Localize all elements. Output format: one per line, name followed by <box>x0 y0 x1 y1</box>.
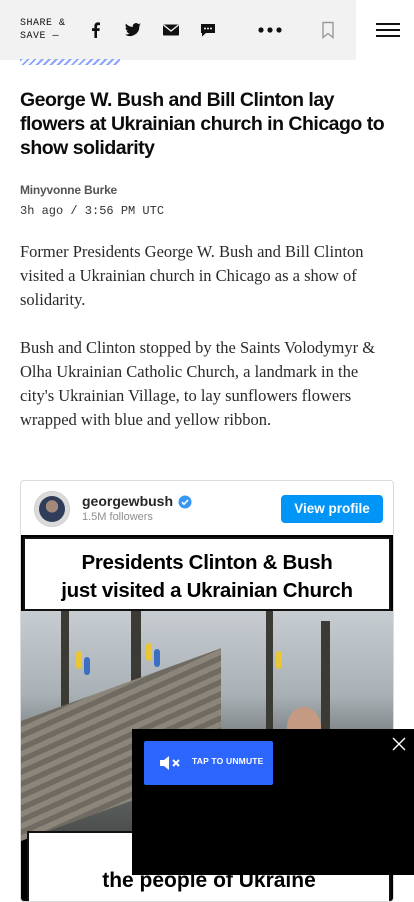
more-icon[interactable] <box>256 20 284 40</box>
share-bar: SHARE & SAVE — <box>0 0 356 60</box>
floating-video-player[interactable]: TAP TO UNMUTE <box>132 729 414 875</box>
bookmark-icon[interactable] <box>318 20 338 40</box>
tap-to-unmute-button[interactable]: TAP TO UNMUTE <box>144 741 273 785</box>
article-headline: George W. Bush and Bill Clinton lay flow… <box>20 89 385 159</box>
video-caption-top: Presidents Clinton & Bush just visited a… <box>23 537 391 611</box>
facebook-icon[interactable] <box>86 20 106 40</box>
hamburger-menu-icon[interactable] <box>376 20 400 40</box>
share-save-label: SHARE & SAVE — <box>20 18 66 42</box>
article-paragraph: Former Presidents George W. Bush and Bil… <box>20 242 364 309</box>
article-timestamp: 3h ago / 3:56 PM UTC <box>20 204 165 218</box>
email-icon[interactable] <box>161 20 181 40</box>
verified-badge-icon <box>178 495 192 509</box>
muted-speaker-icon <box>160 756 180 770</box>
twitter-icon[interactable] <box>123 20 143 40</box>
close-icon[interactable] <box>392 737 406 751</box>
view-profile-button[interactable]: View profile <box>281 495 383 523</box>
comment-icon[interactable] <box>198 20 218 40</box>
instagram-username[interactable]: georgewbush <box>82 493 173 509</box>
article-paragraph: Bush and Clinton stopped by the Saints V… <box>20 338 376 429</box>
unmute-label: TAP TO UNMUTE <box>192 756 264 766</box>
author-byline[interactable]: Minyvonne Burke <box>20 183 117 197</box>
decorative-dashes <box>20 59 120 65</box>
follower-count: 1.5M followers <box>82 511 153 523</box>
avatar[interactable] <box>34 491 70 527</box>
